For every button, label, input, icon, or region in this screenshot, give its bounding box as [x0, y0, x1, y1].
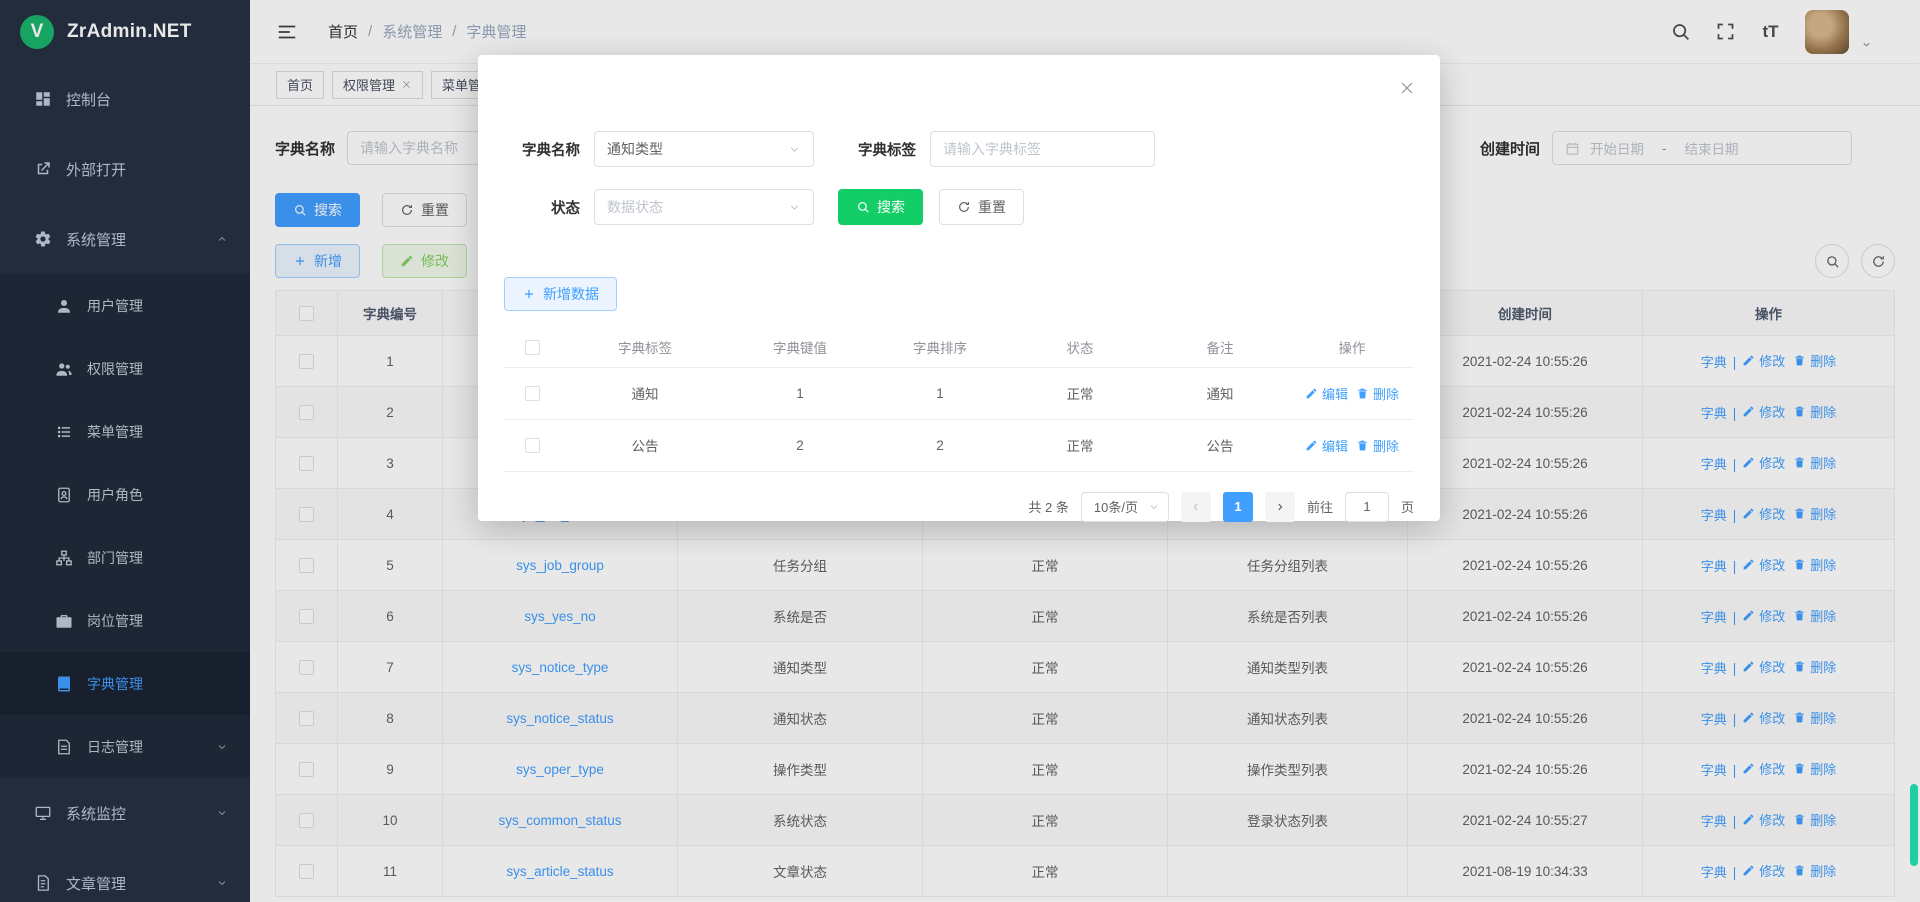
pagination: 共 2 条 10条/页 1 前往 页	[504, 492, 1414, 522]
row-delete-link[interactable]: 删除	[1356, 384, 1399, 403]
dialog-search-button[interactable]: 搜索	[838, 189, 923, 225]
prev-page-button[interactable]	[1181, 492, 1211, 522]
data-value-cell: 1	[730, 367, 870, 419]
dict-data-table: 字典标签字典键值字典排序状态备注操作 通知11正常通知编辑删除公告22正常公告编…	[504, 327, 1414, 472]
dialog-reset-button[interactable]: 重置	[939, 189, 1024, 225]
checkbox-cell	[504, 367, 560, 419]
goto-unit-label: 页	[1401, 497, 1414, 516]
row-delete-link-label: 删除	[1373, 436, 1399, 455]
data-value-cell: 2	[730, 419, 870, 471]
page-size-value: 10条/页	[1094, 497, 1138, 516]
edit-icon	[1305, 439, 1318, 452]
goto-page-input[interactable]	[1345, 492, 1389, 522]
row-delete-link[interactable]: 删除	[1356, 436, 1399, 455]
status-cell: 正常	[1010, 367, 1150, 419]
status-cell: 正常	[1010, 419, 1150, 471]
ops-cell: 编辑 删除	[1290, 367, 1414, 419]
page-number-button[interactable]: 1	[1223, 492, 1253, 522]
dialog-reset-button-label: 重置	[978, 197, 1006, 217]
chevron-down-icon	[788, 201, 801, 214]
edit-icon	[1305, 387, 1318, 400]
data-label-cell: 通知	[560, 367, 730, 419]
checkbox-cell	[504, 419, 560, 471]
column-header: 字典排序	[870, 327, 1010, 367]
dialog-status-label: 状态	[504, 197, 580, 218]
status-select[interactable]: 数据状态	[594, 189, 814, 225]
dict-data-row: 公告22正常公告编辑删除	[504, 419, 1414, 471]
ops-cell: 编辑 删除	[1290, 419, 1414, 471]
column-header: 字典键值	[730, 327, 870, 367]
plus-icon	[522, 287, 536, 301]
row-edit-link[interactable]: 编辑	[1305, 384, 1348, 403]
pagination-total: 共 2 条	[1028, 497, 1068, 516]
row-delete-link-label: 删除	[1373, 384, 1399, 403]
dict-name-select-value: 通知类型	[607, 139, 663, 159]
remark-cell: 公告	[1150, 419, 1290, 471]
remark-cell: 通知	[1150, 367, 1290, 419]
dialog-filter-row-2: 状态 数据状态 搜索 重置	[504, 189, 1414, 225]
column-header: 操作	[1290, 327, 1414, 367]
row-edit-link[interactable]: 编辑	[1305, 436, 1348, 455]
refresh-icon	[957, 200, 971, 214]
next-page-button[interactable]	[1265, 492, 1295, 522]
data-label-cell: 公告	[560, 419, 730, 471]
chevron-down-icon	[788, 143, 801, 156]
dialog-close-icon[interactable]	[1398, 79, 1416, 97]
chevron-left-icon	[1190, 501, 1202, 513]
dialog-dict-name-label: 字典名称	[504, 139, 580, 160]
chevron-right-icon	[1274, 501, 1286, 513]
column-header: 备注	[1150, 327, 1290, 367]
dict-data-header-row: 字典标签字典键值字典排序状态备注操作	[504, 327, 1414, 367]
dialog-search-button-label: 搜索	[877, 197, 905, 217]
dict-name-select[interactable]: 通知类型	[594, 131, 814, 167]
data-sort-cell: 1	[870, 367, 1010, 419]
status-select-placeholder: 数据状态	[607, 197, 663, 217]
dict-tag-input[interactable]	[930, 131, 1155, 167]
dialog-filter-row-1: 字典名称 通知类型 字典标签	[504, 131, 1414, 167]
add-data-button[interactable]: 新增数据	[504, 277, 617, 311]
column-header: 字典标签	[560, 327, 730, 367]
dialog-dict-tag-label: 字典标签	[840, 139, 916, 160]
delete-icon	[1356, 387, 1369, 400]
header-checkbox-cell	[504, 327, 560, 367]
column-header: 状态	[1010, 327, 1150, 367]
row-checkbox[interactable]	[525, 386, 540, 401]
dict-data-row: 通知11正常通知编辑删除	[504, 367, 1414, 419]
row-edit-link-label: 编辑	[1322, 384, 1348, 403]
dialog-filter-form: 字典名称 通知类型 字典标签 状态 数据状态 搜索 重置	[504, 131, 1414, 225]
search-icon	[856, 200, 870, 214]
dict-data-dialog: 字典名称 通知类型 字典标签 状态 数据状态 搜索 重置	[478, 55, 1440, 521]
select-all-checkbox[interactable]	[525, 340, 540, 355]
scrollbar-thumb[interactable]	[1910, 784, 1918, 866]
chevron-down-icon	[1148, 501, 1160, 513]
row-checkbox[interactable]	[525, 438, 540, 453]
data-sort-cell: 2	[870, 419, 1010, 471]
row-edit-link-label: 编辑	[1322, 436, 1348, 455]
add-data-button-label: 新增数据	[543, 284, 599, 304]
goto-label: 前往	[1307, 497, 1333, 516]
page-size-select[interactable]: 10条/页	[1081, 492, 1169, 522]
delete-icon	[1356, 439, 1369, 452]
